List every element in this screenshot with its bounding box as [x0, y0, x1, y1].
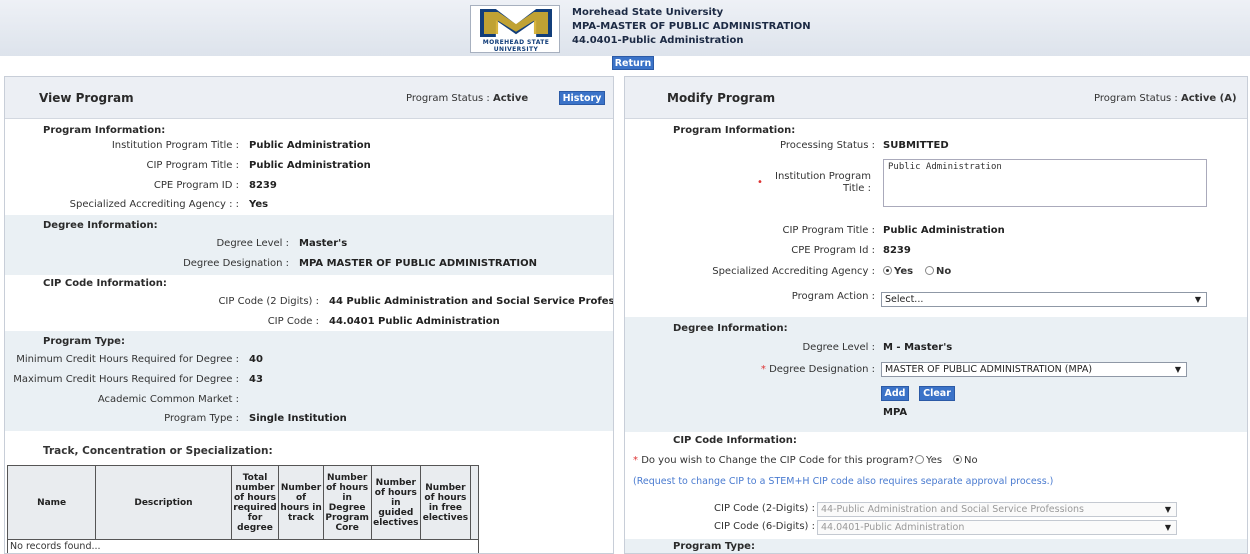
view-info-row: Institution Program Title : Public Admin… [111, 140, 371, 151]
track-table-header: Name Description Total number of hours r… [6, 465, 480, 540]
program-action-select[interactable]: Select... ▼ [881, 292, 1207, 307]
program-name: MPA-MASTER OF PUBLIC ADMINISTRATION [572, 21, 811, 32]
modify-degree-heading: Degree Information: [673, 323, 788, 334]
track-empty-message: No records found... [7, 539, 479, 553]
track-col-total[interactable]: Total number of hours required for degre… [230, 465, 280, 540]
view-type-heading: Program Type: [43, 336, 125, 347]
change-cip-yes[interactable]: Yes [915, 451, 942, 471]
accrediting-yes-radio[interactable] [883, 266, 892, 275]
view-type-row: Maximum Credit Hours Required for Degree… [13, 374, 263, 385]
view-degree-row: Degree Level : Master's [216, 238, 348, 249]
chevron-down-icon: ▼ [1164, 505, 1171, 514]
cip-title-row: CIP Program Title : Public Administratio… [782, 225, 1005, 236]
view-type-row: Minimum Credit Hours Required for Degree… [16, 354, 263, 365]
track-col-spacer [469, 465, 480, 540]
accrediting-row: Specialized Accrediting Agency : Yes No [625, 262, 1247, 282]
processing-status-row: Processing Status : SUBMITTED [625, 136, 1247, 156]
degree-designation-select[interactable]: MASTER OF PUBLIC ADMINISTRATION (MPA) ▼ [881, 362, 1187, 377]
view-info-row: CPE Program ID : 8239 [153, 180, 277, 191]
university-name: Morehead State University [572, 7, 724, 18]
modify-program-title: Modify Program [667, 91, 776, 105]
accrediting-yes[interactable]: Yes [883, 262, 913, 282]
modify-status-value: Active (A) [1180, 93, 1237, 104]
view-degree-row: Degree Designation : MPA MASTER OF PUBLI… [183, 258, 538, 269]
change-cip-row: * Do you wish to Change the CIP Code for… [625, 451, 1247, 471]
track-col-track[interactable]: Number of hours in track [278, 465, 324, 540]
modify-cip-heading: CIP Code Information: [673, 435, 797, 446]
cip2-select[interactable]: 44-Public Administration and Social Serv… [817, 502, 1177, 517]
change-cip-no-radio[interactable] [953, 455, 962, 464]
institution-title-label: Institution Program Title : [775, 171, 871, 194]
modify-type-heading: Program Type: [673, 541, 755, 552]
change-cip-yes-radio[interactable] [915, 455, 924, 464]
cip-note: (Request to change CIP to a STEM+H CIP c… [633, 476, 1054, 487]
track-table: Name Description Total number of hours r… [6, 465, 480, 553]
selected-degree-row: MPA [625, 403, 1247, 423]
history-button[interactable]: History [559, 91, 605, 105]
view-cip-heading: CIP Code Information: [43, 278, 167, 289]
cpe-id-row: CPE Program Id : 8239 [791, 245, 911, 256]
change-cip-question: Do you wish to Change the CIP Code for t… [641, 455, 914, 466]
view-program-title: View Program [39, 91, 134, 105]
view-type-row: Academic Common Market : [97, 394, 239, 405]
modify-program-panel: Modify Program Program Status : Active (… [624, 76, 1248, 554]
track-heading: Track, Concentration or Specialization: [43, 445, 273, 457]
view-type-row: Program Type : Single Institution [164, 413, 347, 424]
institution-title-textarea[interactable]: Public Administration [883, 159, 1207, 207]
change-cip-no[interactable]: No [953, 451, 978, 471]
view-status-value: Active [492, 93, 529, 104]
clear-button[interactable]: Clear [919, 386, 955, 401]
track-col-guided[interactable]: Number of hours in guided electives [370, 465, 422, 540]
program-cip: 44.0401-Public Administration [572, 35, 744, 46]
track-col-free[interactable]: Number of hours in free electives [420, 465, 471, 540]
view-cip-row: CIP Code : 44.0401 Public Administration [267, 316, 500, 327]
degree-level-row: Degree Level : M - Master's [802, 342, 953, 353]
chevron-down-icon: ▼ [1174, 365, 1181, 374]
chevron-down-icon: ▼ [1194, 295, 1201, 304]
accrediting-no-radio[interactable] [925, 266, 934, 275]
return-button[interactable]: Return [612, 56, 654, 70]
track-col-core[interactable]: Number of hours in Degree Program Core [322, 465, 372, 540]
program-heading: Morehead State University MPA-MASTER OF … [572, 6, 811, 48]
chevron-down-icon: ▼ [1164, 523, 1171, 532]
view-cip-row: CIP Code (2 Digits) : 44 Public Administ… [218, 296, 614, 307]
processing-status-value: SUBMITTED [883, 140, 949, 151]
table-row: No records found... [7, 539, 479, 553]
view-program-titlebar: View Program Program Status : Active His… [5, 77, 613, 119]
view-degree-heading: Degree Information: [43, 220, 158, 231]
track-col-name[interactable]: Name [6, 465, 97, 540]
track-col-description[interactable]: Description [95, 465, 232, 540]
logo-text: MOREHEAD STATE UNIVERSITY [482, 39, 550, 53]
view-info-row: Specialized Accrediting Agency : : Yes [69, 199, 269, 210]
page-header: MOREHEAD STATE UNIVERSITY Morehead State… [0, 0, 1250, 56]
accrediting-no[interactable]: No [925, 262, 951, 282]
selected-degree: MPA [883, 407, 908, 418]
view-program-status: Program Status : Active [406, 93, 529, 104]
add-button[interactable]: Add [881, 386, 909, 401]
university-logo: MOREHEAD STATE UNIVERSITY [470, 5, 560, 53]
cip6-select[interactable]: 44.0401-Public Administration ▼ [817, 520, 1177, 535]
modify-program-status: Program Status : Active (A) [1094, 93, 1237, 104]
view-info-row: CIP Program Title : Public Administratio… [146, 160, 371, 171]
view-program-panel: View Program Program Status : Active His… [4, 76, 614, 554]
modify-program-titlebar: Modify Program Program Status : Active (… [625, 77, 1247, 119]
